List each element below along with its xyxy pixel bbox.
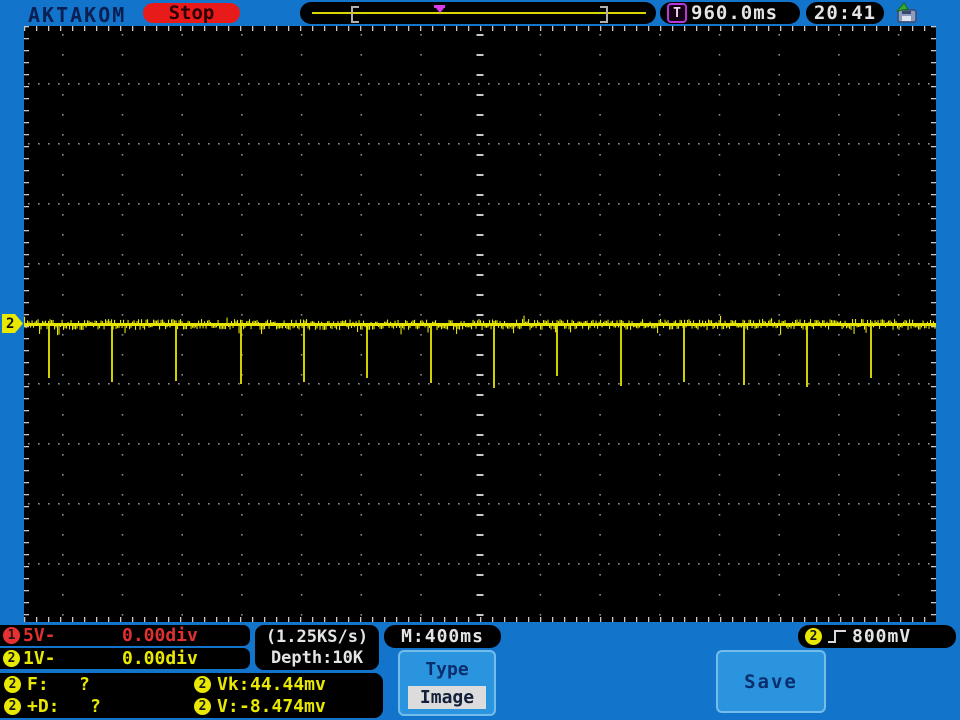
waveform-display xyxy=(24,26,936,622)
measure1-value: ? xyxy=(79,674,90,695)
type-menu-button[interactable]: Type Image xyxy=(398,650,496,716)
type-menu-title: Type xyxy=(425,659,469,680)
channel1-readout: 1 5V- 0.00div xyxy=(0,625,250,646)
measure3-label: +D: xyxy=(27,696,60,717)
measure4-badge: 2 xyxy=(194,698,211,715)
record-line xyxy=(312,12,646,14)
channel2-badge: 2 xyxy=(3,650,20,667)
trigger-time-display: T 960.0ms xyxy=(660,2,800,24)
trigger-time-value: 960.0ms xyxy=(691,2,779,24)
trigger-source-badge: 2 xyxy=(805,628,822,645)
type-menu-selected-value[interactable]: Image xyxy=(408,686,486,709)
graticule-and-waveform xyxy=(24,26,936,622)
rising-edge-icon xyxy=(828,630,846,643)
save-button[interactable]: Save xyxy=(716,650,826,713)
clock: 20:41 xyxy=(806,2,884,24)
sample-rate: (1.25KS/s) xyxy=(265,626,369,647)
trigger-position-marker-icon xyxy=(436,8,444,13)
measure1-label: F: xyxy=(27,674,49,695)
oscilloscope-ui: AKTAKOM Stop T 960.0ms 20:41 2 1 5V- 0.0… xyxy=(0,0,960,720)
measurement-panel: 2 F: ? 2 Vk: 44.44mv 2 +D: ? 2 V: -8.474… xyxy=(0,673,383,718)
channel1-scale: 5V- xyxy=(23,625,56,646)
measure2-badge: 2 xyxy=(194,676,211,693)
usb-disk-icon xyxy=(895,2,917,23)
timebase-display: M:400ms xyxy=(384,625,501,648)
horizontal-position-bar[interactable] xyxy=(300,2,656,24)
trigger-level-display: 2 800mV xyxy=(798,625,956,648)
acquire-readout: (1.25KS/s) Depth:10K xyxy=(255,625,379,670)
brand-logo: AKTAKOM xyxy=(28,3,127,27)
measure2-value: 44.44mv xyxy=(250,674,326,695)
run-state-button[interactable]: Stop xyxy=(143,2,240,24)
channel1-position: 0.00div xyxy=(122,625,198,646)
trigger-t-icon: T xyxy=(667,3,687,23)
channel2-readout: 2 1V- 0.00div xyxy=(0,648,250,669)
window-bracket-left xyxy=(351,6,359,23)
record-depth: Depth:10K xyxy=(270,647,364,668)
measure4-value: -8.474mv xyxy=(239,696,326,717)
measure1-badge: 2 xyxy=(4,676,21,693)
trigger-level-value: 800mV xyxy=(852,626,912,647)
measure2-label: Vk: xyxy=(217,674,250,695)
channel2-position: 0.00div xyxy=(122,648,198,669)
window-bracket-right xyxy=(600,6,608,23)
channel1-badge: 1 xyxy=(3,627,20,644)
measure3-badge: 2 xyxy=(4,698,21,715)
measure4-label: V: xyxy=(217,696,239,717)
run-state-label: Stop xyxy=(168,2,215,24)
channel2-position-marker[interactable]: 2 xyxy=(2,314,23,333)
channel2-scale: 1V- xyxy=(23,648,56,669)
measure3-value: ? xyxy=(90,696,101,717)
